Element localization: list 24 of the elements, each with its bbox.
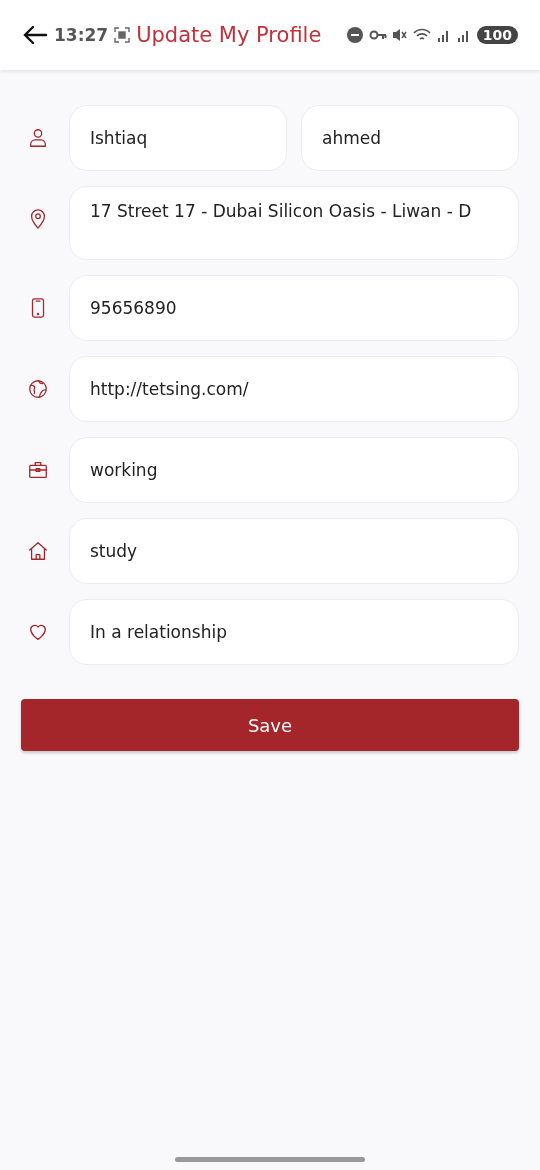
globe-icon (27, 378, 49, 400)
person-icon (27, 127, 49, 149)
signal-icon (436, 28, 451, 42)
do-not-disturb-icon (346, 27, 363, 43)
input-field[interactable]: http://tetsing.com/ (69, 356, 519, 422)
page-title: Update My Profile (136, 23, 322, 47)
screenshot-icon (114, 27, 131, 43)
wifi-icon (412, 28, 431, 42)
input-field[interactable]: Ishtiaq (69, 105, 287, 171)
input-field[interactable]: ahmed (301, 105, 519, 171)
status-time: 13:27 (54, 25, 109, 45)
signal-icon (456, 28, 471, 42)
input-field[interactable]: study (69, 518, 519, 584)
save-button[interactable]: Save (21, 699, 519, 751)
input-field[interactable]: working (69, 437, 519, 503)
input-field[interactable]: 17 Street 17 - Dubai Silicon Oasis - Liwan - D (69, 186, 519, 260)
muted-speaker-icon (392, 28, 407, 42)
home-icon (27, 540, 49, 562)
input-field[interactable]: In a relationship (69, 599, 519, 665)
briefcase-icon (27, 459, 49, 481)
back-arrow-icon[interactable] (22, 24, 48, 46)
battery-level: 100 (476, 26, 518, 44)
input-field[interactable]: 95656890 (69, 275, 519, 341)
key-icon (368, 29, 387, 41)
